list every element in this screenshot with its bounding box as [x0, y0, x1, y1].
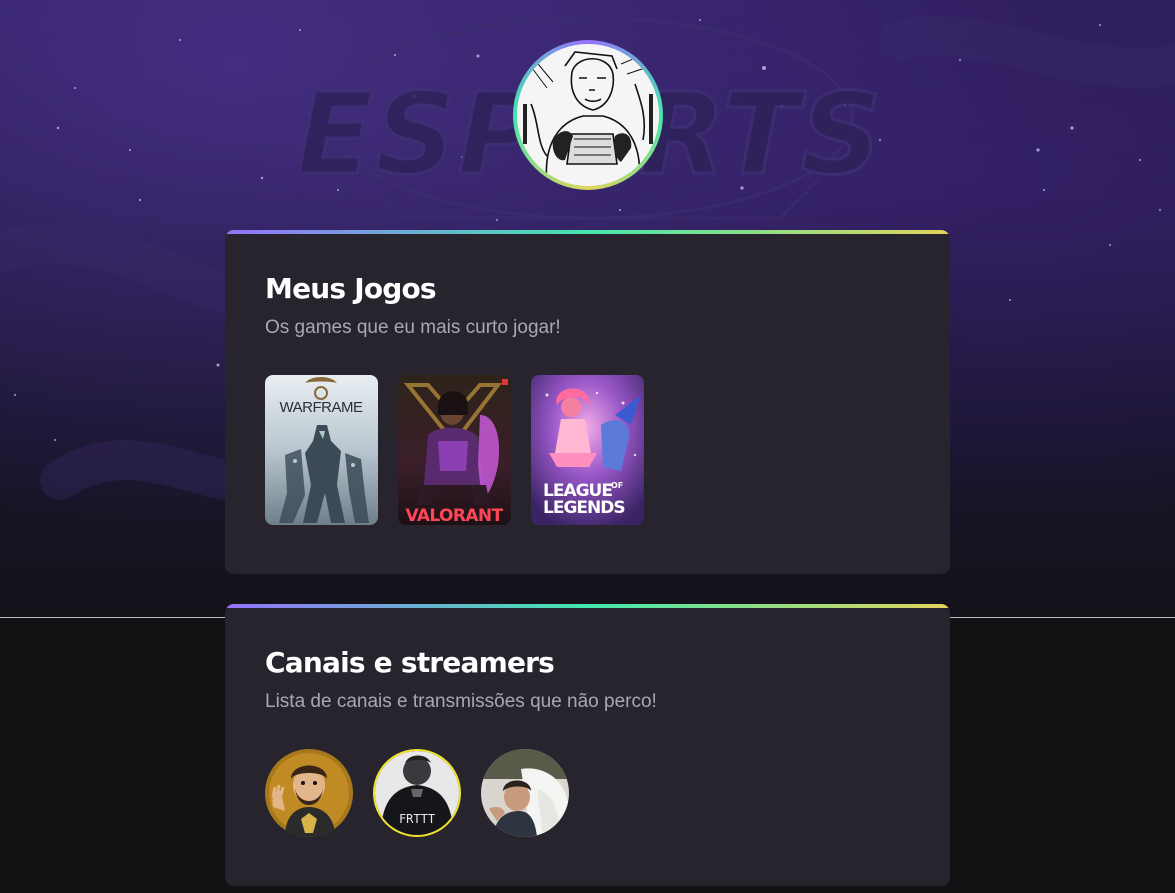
games-list: WARFRAME VALORANT LEAGUE OF LEGENDS [265, 375, 644, 525]
games-section-title: Meus Jogos [265, 272, 437, 305]
games-section-subtitle: Os games que eu mais curto jogar! [265, 317, 561, 338]
game-card-warframe[interactable]: WARFRAME [265, 375, 378, 525]
channels-section-title: Canais e streamers [265, 646, 555, 679]
channels-card: Canais e streamers Lista de canais e tra… [225, 604, 950, 886]
game-card-league-of-legends[interactable]: LEAGUE OF LEGENDS [531, 375, 644, 525]
svg-text:WARFRAME: WARFRAME [280, 399, 363, 416]
channels-section-subtitle: Lista de canais e transmissões que não p… [265, 691, 657, 712]
svg-text:FRTTT: FRTTT [399, 812, 435, 826]
cartoon-streamer-avatar [265, 749, 353, 837]
frttt-streamer-avatar: FRTTT [375, 751, 459, 835]
channels-list: FRTTT [265, 749, 569, 837]
channel-avatar-2[interactable]: FRTTT [373, 749, 461, 837]
svg-text:VALORANT: VALORANT [405, 506, 503, 525]
profile-avatar[interactable] [513, 40, 663, 190]
league-of-legends-cover: LEAGUE OF LEGENDS [531, 375, 644, 525]
photo-streamer-avatar [481, 749, 569, 837]
channel-avatar-3[interactable] [481, 749, 569, 837]
svg-text:LEGENDS: LEGENDS [543, 498, 625, 518]
valorant-cover: VALORANT [398, 375, 511, 525]
svg-text:OF: OF [611, 481, 623, 490]
page: ESPORTS [0, 0, 1175, 893]
game-card-valorant[interactable]: VALORANT [398, 375, 511, 525]
manga-character-avatar [517, 44, 659, 186]
warframe-cover: WARFRAME [265, 375, 378, 525]
games-card: Meus Jogos Os games que eu mais curto jo… [225, 230, 950, 574]
channel-avatar-1[interactable] [265, 749, 353, 837]
